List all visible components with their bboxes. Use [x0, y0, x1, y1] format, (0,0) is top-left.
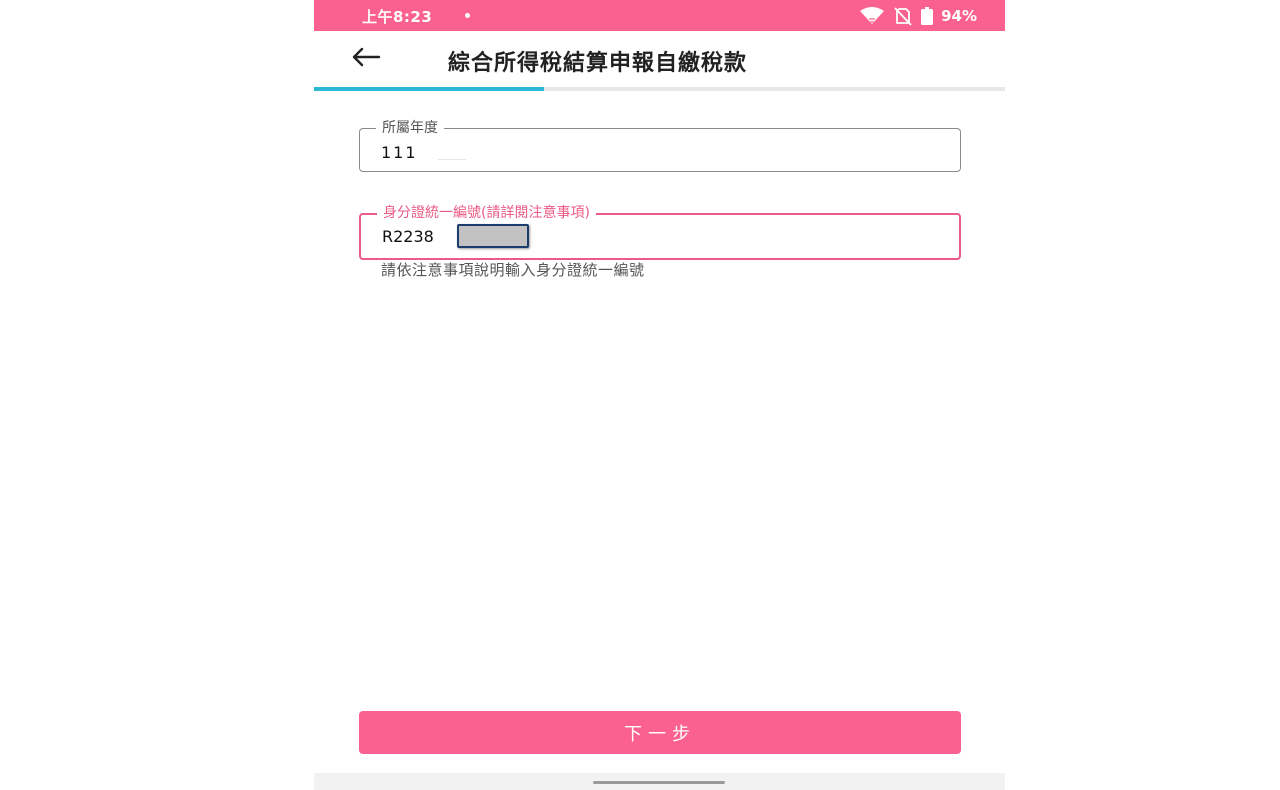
- battery-icon: [921, 7, 934, 25]
- back-button[interactable]: [344, 43, 388, 75]
- app-bar: 綜合所得稅結算申報自繳稅款: [314, 31, 1005, 87]
- id-number-field[interactable]: 身分證統一編號(請詳閱注意事項) R2238: [359, 204, 961, 260]
- id-number-field-value: R2238: [382, 227, 434, 246]
- year-field-underline-mark: [438, 159, 466, 160]
- system-nav-bar: [314, 773, 1005, 790]
- year-field[interactable]: 所屬年度 111: [359, 119, 961, 172]
- status-time: 上午8:23: [362, 8, 433, 26]
- no-sim-icon: [893, 6, 913, 26]
- step-progress-fill: [314, 87, 545, 91]
- page-title: 綜合所得稅結算申報自繳稅款: [448, 51, 748, 76]
- wifi-icon: [859, 7, 885, 25]
- arrow-left-icon: [351, 47, 381, 71]
- battery-percent: 94%: [941, 7, 977, 25]
- status-bar: 上午8:23 94%: [314, 0, 1005, 31]
- year-field-value: 111: [381, 143, 418, 162]
- id-number-field-label: 身分證統一編號(請詳閱注意事項): [377, 204, 596, 222]
- phone-screen: 上午8:23 94% 綜合所得稅結算申報自繳稅款 所屬年度 111 身分證統一編…: [314, 0, 1005, 790]
- home-indicator[interactable]: [593, 781, 725, 784]
- year-field-label: 所屬年度: [376, 119, 444, 137]
- notification-dot-icon: [465, 13, 470, 18]
- next-step-button[interactable]: 下一步: [359, 711, 961, 754]
- id-number-helper-text: 請依注意事項說明輸入身分證統一編號: [381, 261, 645, 279]
- status-icons: 94%: [859, 6, 977, 26]
- redaction-box: [457, 224, 529, 248]
- step-progress-bar: [314, 87, 1005, 91]
